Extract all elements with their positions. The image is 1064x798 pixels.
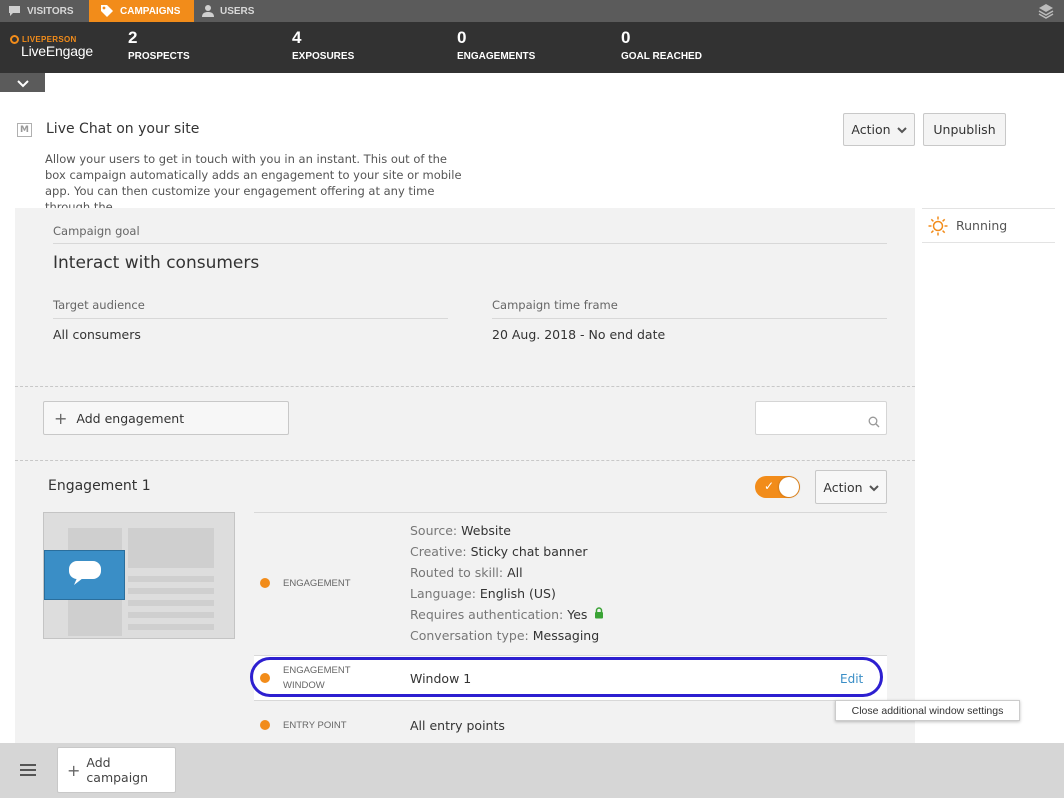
lock-icon — [594, 607, 604, 622]
detail-skill: Routed to skill: All — [410, 565, 523, 580]
stat-engagements: 0 ENGAGEMENTS — [457, 28, 535, 62]
detail-conversation-type: Conversation type: Messaging — [410, 628, 600, 643]
entry-point-value: All entry points — [410, 718, 505, 733]
tab-campaigns-label: CAMPAIGNS — [120, 5, 181, 17]
status-label: Running — [956, 218, 1008, 233]
tab-users[interactable]: USERS — [202, 0, 254, 22]
add-campaign-label: Add campaign — [86, 755, 149, 785]
status-dot — [260, 578, 270, 588]
stat-label: GOAL REACHED — [621, 51, 702, 62]
unpublish-button[interactable]: Unpublish — [923, 113, 1006, 146]
stat-label: ENGAGEMENTS — [457, 51, 536, 62]
checkmark-icon: ✓ — [764, 479, 775, 493]
add-engagement-label: Add engagement — [76, 410, 185, 426]
entry-point-label: ENTRY POINT — [283, 720, 347, 731]
layers-icon[interactable] — [1038, 3, 1054, 23]
stat-exposures: 4 EXPOSURES — [292, 28, 354, 62]
tab-users-label: USERS — [220, 5, 255, 17]
tab-campaigns[interactable]: CAMPAIGNS — [89, 0, 194, 22]
detail-source: Source: Website — [410, 523, 511, 538]
plus-icon: + — [67, 760, 81, 780]
liveengage-logo: LIVEPERSON LiveEngage — [10, 35, 93, 59]
add-engagement-button[interactable]: + Add engagement — [43, 401, 289, 435]
campaign-action-button[interactable]: Action — [843, 113, 915, 146]
engagement-action-label: Action — [823, 479, 863, 495]
target-audience-label: Target audience — [53, 298, 145, 312]
stat-label: EXPOSURES — [292, 51, 355, 62]
chevron-down-icon — [896, 122, 907, 137]
stat-prospects: 2 PROSPECTS — [128, 28, 190, 62]
stat-goal-reached: 0 GOAL REACHED — [621, 28, 702, 62]
tag-icon — [100, 4, 114, 18]
target-audience-value[interactable]: All consumers — [53, 327, 141, 342]
detail-authentication: Requires authentication: Yes — [410, 607, 604, 622]
menu-icon[interactable] — [20, 762, 36, 781]
stat-label: PROSPECTS — [128, 51, 190, 62]
time-frame-label: Campaign time frame — [492, 298, 618, 312]
edit-window-link[interactable]: Edit — [840, 672, 863, 686]
stat-value: 4 — [292, 28, 302, 47]
campaign-goal-label: Campaign goal — [53, 224, 140, 238]
plus-icon: + — [54, 408, 68, 428]
collapse-stats-button[interactable] — [0, 73, 45, 92]
tab-visitors[interactable]: VISITORS — [8, 0, 74, 22]
user-icon — [202, 4, 214, 18]
campaign-goal-value: Interact with consumers — [53, 253, 260, 273]
highlight-ring — [250, 657, 883, 697]
campaign-description: Allow your users to get in touch with yo… — [45, 152, 462, 214]
stats-bar: LIVEPERSON LiveEngage 2 PROSPECTS 4 EXPO… — [0, 22, 1064, 73]
logo-name: LiveEngage — [21, 43, 93, 59]
engagement-enable-toggle[interactable]: ✓ — [755, 476, 800, 498]
chat-bubble-icon — [8, 5, 21, 17]
stat-value: 0 — [621, 28, 631, 47]
bottom-bar: + Add campaign — [0, 743, 1064, 798]
chevron-down-icon — [868, 480, 879, 495]
top-nav-bar: VISITORS CAMPAIGNS USERS — [0, 0, 1064, 22]
status-dot — [260, 720, 270, 730]
engagement-section-label: ENGAGEMENT — [283, 578, 351, 589]
search-icon — [868, 413, 880, 432]
engagement-search-input[interactable] — [755, 401, 887, 435]
campaign-title: Live Chat on your site — [46, 121, 200, 137]
detail-creative: Creative: Sticky chat banner — [410, 544, 588, 559]
stat-value: 0 — [457, 28, 467, 47]
campaign-action-label: Action — [851, 122, 891, 137]
stat-value: 2 — [128, 28, 138, 47]
sun-icon — [928, 216, 948, 236]
chevron-down-icon — [16, 73, 29, 92]
detail-language: Language: English (US) — [410, 586, 556, 601]
campaign-status: Running — [922, 208, 1055, 243]
engagement-title: Engagement 1 — [48, 478, 151, 494]
campaign-type-icon: M — [17, 123, 32, 137]
tab-visitors-label: VISITORS — [27, 5, 74, 17]
chat-bubble-icon — [68, 560, 102, 590]
time-frame-value[interactable]: 20 Aug. 2018 - No end date — [492, 327, 665, 342]
engagement-preview-thumbnail[interactable] — [43, 512, 235, 639]
tooltip: Close additional window settings — [835, 700, 1020, 721]
engagement-action-button[interactable]: Action — [815, 470, 887, 504]
chat-banner-preview — [44, 550, 125, 600]
add-campaign-button[interactable]: + Add campaign — [57, 747, 176, 793]
